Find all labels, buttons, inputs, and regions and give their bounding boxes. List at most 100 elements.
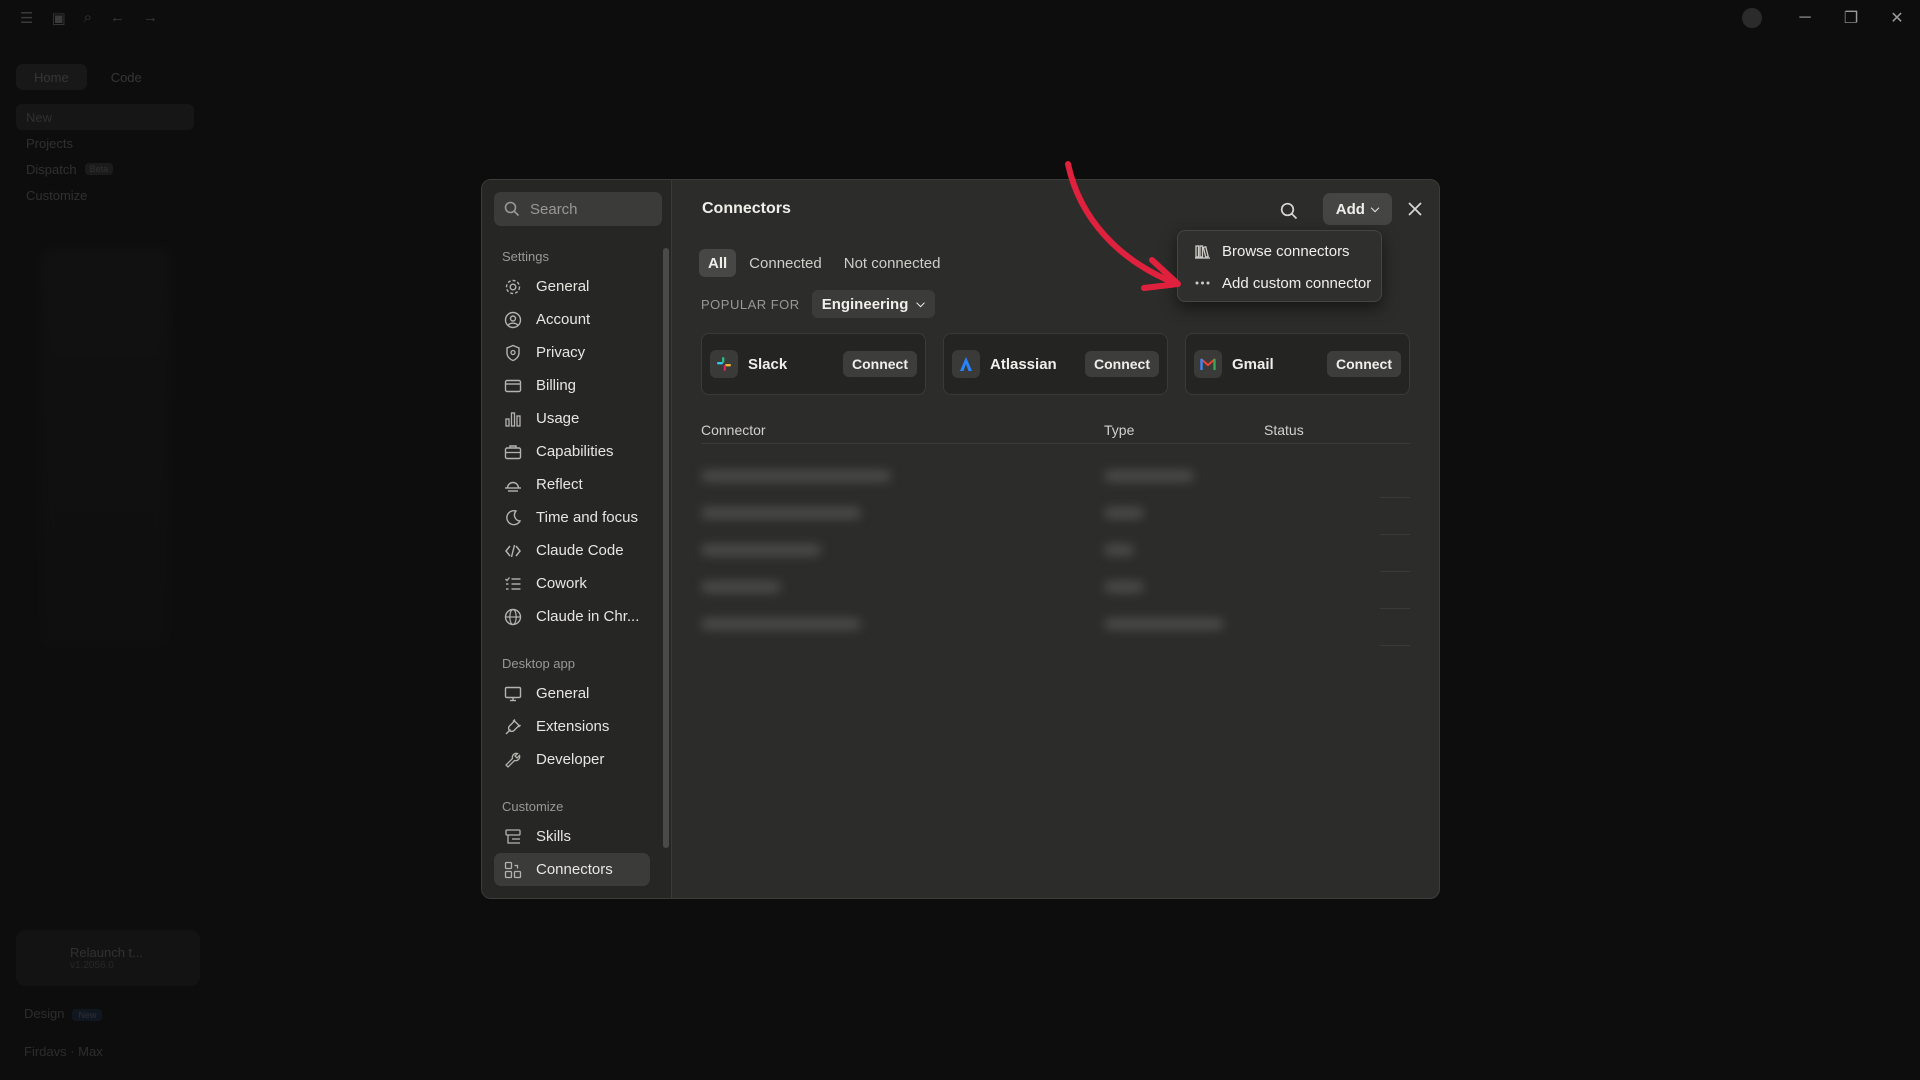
popular-for-select[interactable]: Engineering ⌵ — [811, 290, 935, 318]
list-check-icon — [504, 575, 522, 593]
nav-item-label: Usage — [536, 410, 580, 427]
nav-item-developer[interactable]: Developer — [494, 743, 650, 776]
library-icon — [1194, 243, 1210, 259]
tab-all[interactable]: All — [699, 249, 737, 277]
nav-item-label: Claude Code — [536, 542, 624, 559]
add-custom-connector-item[interactable]: Add custom connector — [1182, 267, 1377, 299]
back-icon[interactable]: ← — [110, 9, 125, 27]
atlassian-logo — [952, 350, 980, 378]
table-row[interactable] — [701, 503, 1410, 535]
settings-nav-list: Settings General Account Privacy Billing Usag… — [482, 240, 672, 898]
settings-search[interactable] — [494, 192, 662, 226]
search-connectors-button[interactable] — [1274, 196, 1304, 226]
nav-item-label: Skills — [536, 828, 572, 845]
nav-item-label: Reflect — [536, 476, 583, 493]
beta-badge: Beta — [84, 163, 114, 175]
project-card[interactable]: Relaunch t... v1.2056.0 — [16, 930, 200, 986]
sidebar-toggle-icon[interactable]: ▣ — [51, 9, 65, 27]
connector-card-gmail[interactable]: Gmail Connect — [1185, 333, 1410, 395]
sidebar-item-dispatch[interactable]: Dispatch Beta — [16, 156, 194, 182]
maximize-button[interactable]: ❐ — [1828, 0, 1874, 36]
nav-item-billing[interactable]: Billing — [494, 369, 650, 402]
nav-item-privacy[interactable]: Privacy — [494, 336, 650, 369]
connect-atlassian-button[interactable]: Connect — [1085, 351, 1159, 377]
connectors-icon — [504, 861, 522, 879]
connect-slack-button[interactable]: Connect — [843, 351, 917, 377]
nav-scrollbar[interactable] — [663, 248, 669, 848]
settings-nav: Settings General Account Privacy Billing Usag… — [482, 180, 672, 898]
nav-section-title: Settings — [502, 249, 549, 264]
nav-item-label: Cowork — [536, 575, 587, 592]
settings-search-input[interactable] — [530, 200, 660, 218]
connector-card-slack[interactable]: Slack Connect — [701, 333, 926, 395]
notification-icon[interactable] — [1742, 8, 1762, 28]
search-icon[interactable]: ⌕ — [84, 9, 92, 27]
popular-for-label: POPULAR FOR — [701, 296, 800, 312]
briefcase-icon — [504, 443, 522, 461]
sidebar-item-design[interactable]: Design New — [24, 1006, 103, 1021]
filter-tabs: All Connected Not connected — [699, 249, 949, 277]
sidebar-item-projects[interactable]: Projects — [16, 130, 194, 156]
nav-item-reflect[interactable]: Reflect — [494, 468, 650, 501]
wrench-icon — [504, 751, 522, 769]
nav-item-connectors[interactable]: Connectors — [494, 853, 650, 886]
column-status: Status — [1264, 422, 1304, 438]
title-bar: ☰ ▣ ⌕ ← → ─ ❐ ✕ — [0, 0, 1920, 36]
nav-item-general[interactable]: General — [494, 270, 650, 303]
menu-icon[interactable]: ☰ — [20, 9, 33, 27]
chevron-down-icon: ⌵ — [916, 297, 925, 310]
search-icon — [504, 201, 520, 217]
tab-connected[interactable]: Connected — [740, 249, 831, 277]
nav-item-cowork[interactable]: Cowork — [494, 567, 650, 600]
connector-name: Gmail — [1232, 355, 1274, 373]
search-icon — [1280, 202, 1298, 220]
gmail-logo — [1194, 350, 1222, 378]
nav-item-time-and-focus[interactable]: Time and focus — [494, 501, 650, 534]
table-row[interactable] — [701, 577, 1410, 609]
monitor-icon — [504, 685, 522, 703]
window-close-button[interactable]: ✕ — [1874, 0, 1920, 36]
sidebar-item-new[interactable]: New — [16, 104, 194, 130]
table-row[interactable] — [701, 614, 1410, 646]
table-row[interactable] — [701, 466, 1410, 498]
add-button[interactable]: Add ⌵ — [1323, 193, 1392, 225]
nav-item-capabilities[interactable]: Capabilities — [494, 435, 650, 468]
minimize-button[interactable]: ─ — [1782, 0, 1828, 36]
popular-for: POPULAR FOR Engineering ⌵ — [701, 290, 935, 318]
tab-not-connected[interactable]: Not connected — [835, 249, 950, 277]
nav-item-skills[interactable]: Skills — [494, 820, 650, 853]
connector-card-atlassian[interactable]: Atlassian Connect — [943, 333, 1168, 395]
user-profile[interactable]: Firdavs · Max — [24, 1044, 103, 1059]
globe-icon — [504, 608, 522, 626]
mode-tab-code[interactable]: Code — [93, 64, 160, 90]
credit-card-icon — [504, 377, 522, 395]
nav-item-claude-in-chr[interactable]: Claude in Chr... — [494, 600, 650, 633]
forward-icon[interactable]: → — [143, 9, 158, 27]
connectors-table-header: Connector Type Status — [701, 422, 1410, 444]
nav-item-usage[interactable]: Usage — [494, 402, 650, 435]
close-dialog-button[interactable] — [1403, 197, 1427, 221]
nav-section-title: Customize — [502, 799, 564, 814]
connector-name: Atlassian — [990, 355, 1057, 373]
skills-icon — [504, 828, 522, 846]
table-row[interactable] — [701, 540, 1410, 572]
nav-item-claude-code[interactable]: Claude Code — [494, 534, 650, 567]
nav-section-title: Desktop app — [502, 656, 575, 671]
connect-gmail-button[interactable]: Connect — [1327, 351, 1401, 377]
nav-item-account[interactable]: Account — [494, 303, 650, 336]
plug-icon — [504, 718, 522, 736]
shield-icon — [504, 344, 522, 362]
nav-item-label: General — [536, 278, 590, 295]
annotation-arrow — [1065, 161, 1181, 291]
nav-item-extensions[interactable]: Extensions — [494, 710, 650, 743]
titlebar-tools: ☰ ▣ ⌕ ← → — [0, 9, 158, 27]
browse-connectors-item[interactable]: Browse connectors — [1182, 235, 1377, 267]
new-badge: New — [72, 1009, 103, 1021]
gear-icon — [504, 278, 522, 296]
sunrise-icon — [504, 476, 522, 494]
mode-tab-home[interactable]: Home — [16, 64, 87, 90]
nav-item-general[interactable]: General — [494, 677, 650, 710]
sidebar-item-customize[interactable]: Customize — [16, 182, 194, 208]
close-icon — [1408, 202, 1422, 216]
chevron-down-icon: ⌵ — [1370, 202, 1380, 215]
